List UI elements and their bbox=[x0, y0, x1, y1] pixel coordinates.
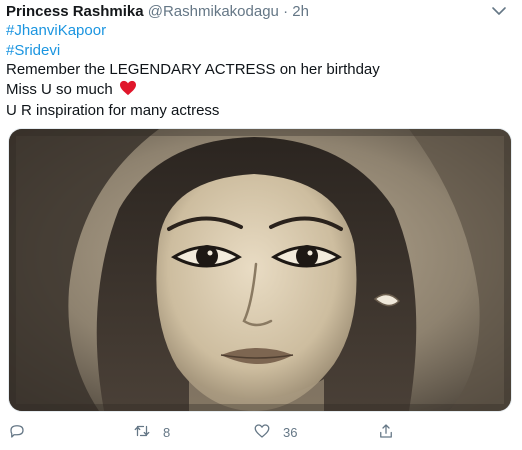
chevron-down-icon[interactable] bbox=[490, 2, 508, 20]
author-name[interactable]: Princess Rashmika bbox=[6, 3, 144, 20]
tweet-card: Princess Rashmika @Rashmikakodagu · 2h #… bbox=[0, 0, 522, 450]
author-handle[interactable]: @Rashmikakodagu bbox=[148, 3, 279, 20]
share-icon bbox=[377, 422, 395, 443]
share-button[interactable] bbox=[377, 422, 395, 443]
tweet-header: Princess Rashmika @Rashmikakodagu · 2h bbox=[6, 2, 309, 21]
retweet-icon bbox=[133, 422, 151, 443]
tweet-text-line: Remember the LEGENDARY ACTRESS on her bi… bbox=[6, 61, 380, 78]
tweet-time[interactable]: 2h bbox=[292, 3, 309, 20]
tweet-text-segment: Miss U so much bbox=[6, 80, 113, 98]
tweet-text-line: U R inspiration for many actress bbox=[6, 102, 220, 119]
heart-icon bbox=[253, 422, 271, 443]
reply-button[interactable] bbox=[8, 422, 26, 443]
retweet-count: 8 bbox=[163, 425, 171, 440]
red-heart-emoji-icon bbox=[119, 80, 137, 102]
tweet-body: #JhanviKapoor #Sridevi Remember the LEGE… bbox=[6, 21, 380, 121]
retweet-button[interactable]: 8 bbox=[133, 422, 170, 443]
portrait-photo bbox=[9, 129, 511, 411]
hashtag-link[interactable]: #JhanviKapoor bbox=[6, 21, 380, 41]
reply-icon bbox=[8, 422, 26, 443]
like-button[interactable]: 36 bbox=[253, 422, 297, 443]
separator-dot: · bbox=[283, 3, 289, 20]
tweet-photo[interactable] bbox=[8, 128, 512, 412]
tweet-text-line: Miss U so much bbox=[6, 80, 380, 102]
tweet-actions: 8 36 bbox=[0, 418, 522, 446]
hashtag-link[interactable]: #Sridevi bbox=[6, 41, 380, 61]
like-count: 36 bbox=[283, 425, 298, 440]
